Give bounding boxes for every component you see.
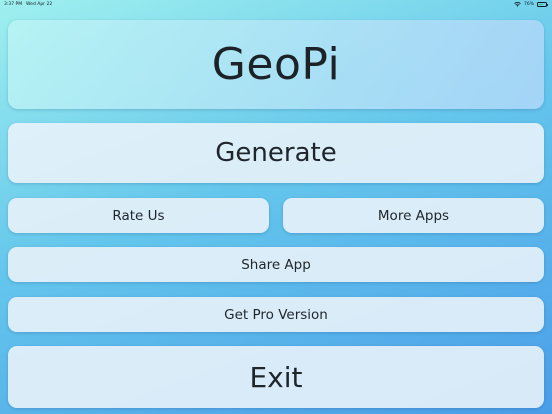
share-app-button-label: Share App: [241, 256, 311, 273]
status-bar: 3:37 PM Wed Apr 22 76%: [0, 0, 552, 9]
battery-icon: [537, 2, 548, 7]
status-indicators: 76%: [514, 0, 548, 9]
get-pro-version-button-label: Get Pro Version: [224, 306, 328, 323]
more-apps-button-label: More Apps: [377, 207, 450, 224]
exit-button[interactable]: Exit: [8, 346, 544, 408]
more-apps-button[interactable]: More Apps: [283, 198, 544, 233]
get-pro-version-button[interactable]: Get Pro Version: [8, 297, 544, 332]
app-title: GeoPi: [211, 39, 341, 90]
battery-level-fill: [538, 3, 544, 6]
battery-percent: 76%: [523, 2, 534, 7]
status-time: 3:37 PM: [4, 2, 23, 7]
generate-button-label: Generate: [215, 138, 337, 168]
status-date: Wed Apr 22: [26, 2, 53, 7]
wifi-icon: [514, 2, 521, 7]
exit-button-label: Exit: [249, 360, 303, 394]
rate-us-button-label: Rate Us: [112, 207, 165, 224]
app-title-banner: GeoPi: [8, 20, 544, 109]
generate-button[interactable]: Generate: [8, 123, 544, 183]
rate-us-button[interactable]: Rate Us: [8, 198, 269, 233]
share-app-button[interactable]: Share App: [8, 247, 544, 282]
